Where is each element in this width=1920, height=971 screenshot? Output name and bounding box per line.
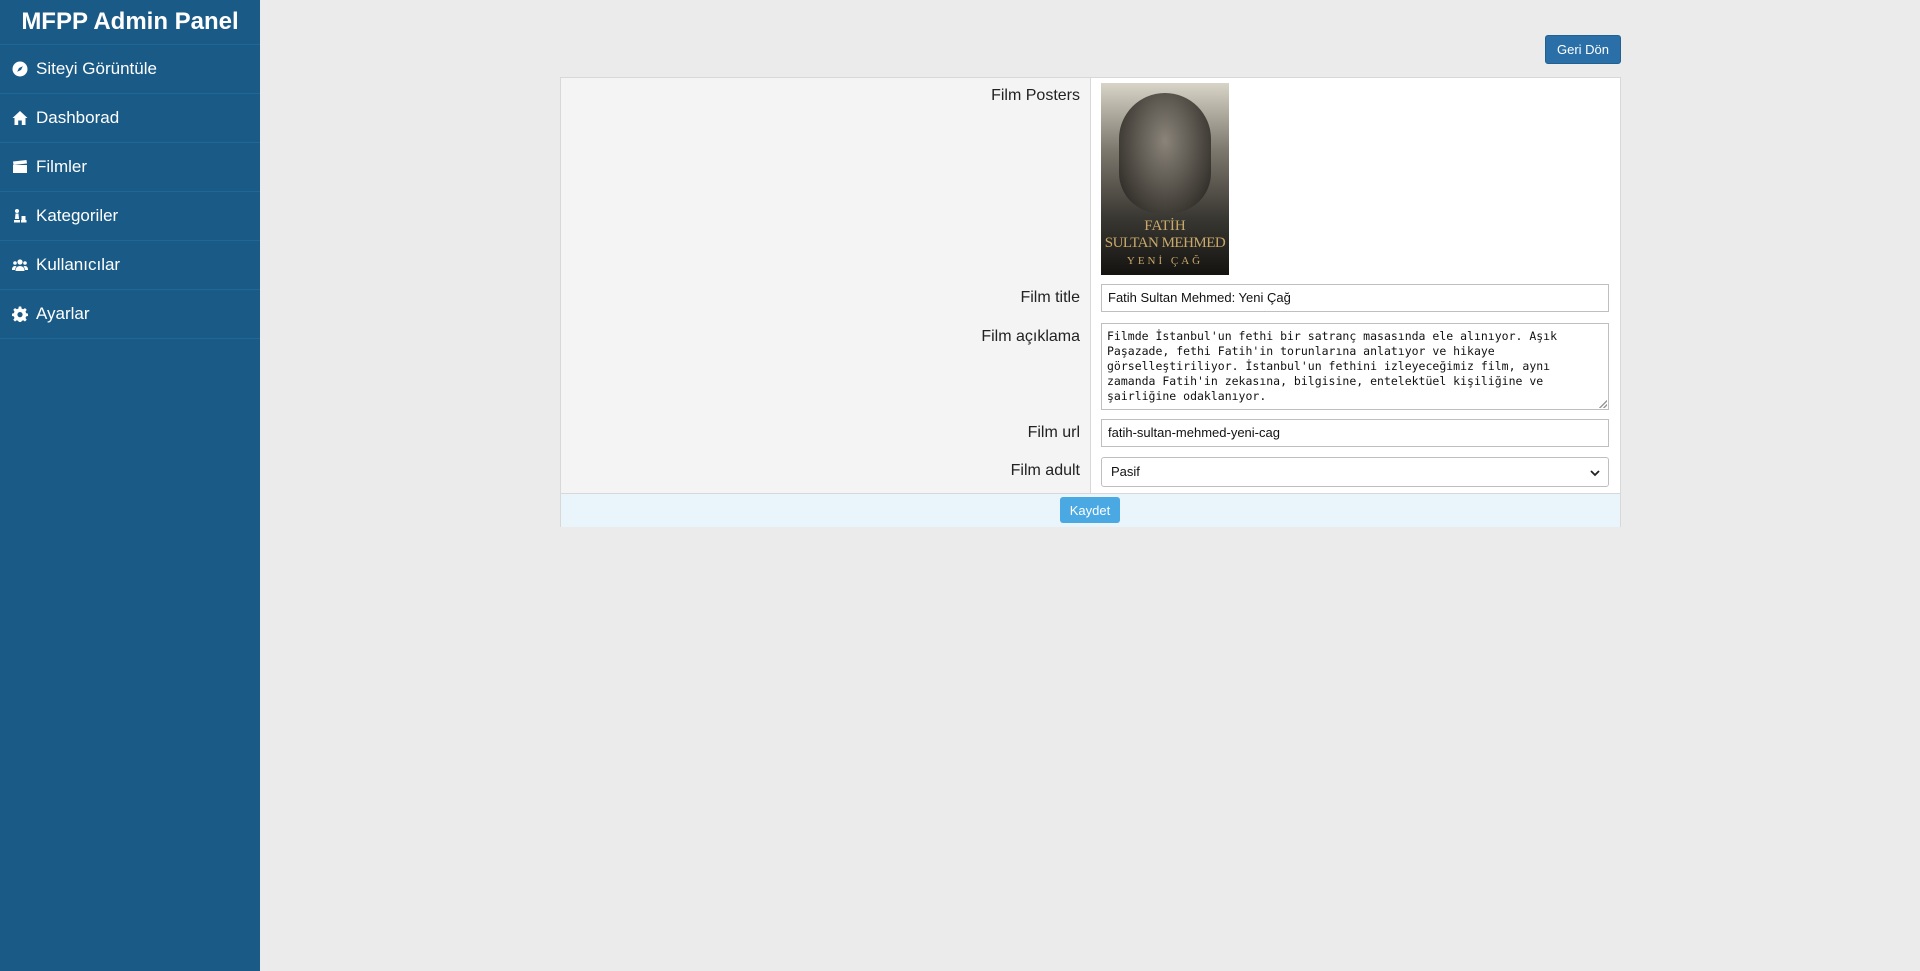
- adult-selected-value: Pasif: [1111, 464, 1140, 479]
- sidebar-item-label: Kategoriler: [36, 206, 119, 225]
- sidebar-item-films[interactable]: Filmler: [0, 143, 260, 192]
- label-column: Film Posters Film title Film açıklama Fi…: [561, 78, 1091, 493]
- gear-icon: [10, 304, 30, 324]
- poster-title-line2: SULTAN MEHMED: [1104, 235, 1226, 251]
- back-button[interactable]: Geri Dön: [1545, 35, 1621, 64]
- film-title-input[interactable]: Fatih Sultan Mehmed: Yeni Çağ: [1101, 284, 1609, 312]
- poster-label: Film Posters: [991, 87, 1080, 104]
- compass-icon: [10, 59, 30, 79]
- url-label: Film url: [1027, 424, 1080, 441]
- users-icon: [10, 255, 30, 275]
- sidebar-item-label: Dashborad: [36, 108, 120, 127]
- film-edit-form: Film Posters Film title Film açıklama Fi…: [560, 77, 1621, 527]
- chevron-down-icon: [1590, 470, 1600, 477]
- form-footer: Kaydet: [561, 493, 1620, 527]
- title-label: Film title: [1020, 289, 1080, 306]
- sidebar-item-view-site[interactable]: Siteyi Görüntüle: [0, 45, 260, 94]
- poster-title-line1: FATİH: [1144, 218, 1186, 234]
- sidebar-item-categories[interactable]: Kategoriler: [0, 192, 260, 241]
- save-button[interactable]: Kaydet: [1060, 497, 1120, 523]
- sidebar-item-label: Filmler: [36, 157, 87, 176]
- sidebar-item-label: Ayarlar: [36, 304, 90, 323]
- resize-grip-icon[interactable]: [1599, 400, 1607, 408]
- sidebar-item-dashboard[interactable]: Dashborad: [0, 94, 260, 143]
- description-text: Filmde İstanbul'un fethi bir satranç mas…: [1107, 329, 1558, 403]
- poster-title-line3: YENİ ÇAĞ: [1126, 255, 1204, 267]
- adult-label: Film adult: [1010, 462, 1080, 479]
- film-url-input[interactable]: fatih-sultan-mehmed-yeni-cag: [1101, 419, 1609, 447]
- clapperboard-icon: [10, 157, 30, 177]
- brand-title[interactable]: MFPP Admin Panel: [0, 0, 260, 45]
- film-description-textarea[interactable]: Filmde İstanbul'un fethi bir satranç mas…: [1101, 323, 1609, 410]
- home-icon: [10, 108, 30, 128]
- sidebar-item-label: Siteyi Görüntüle: [36, 59, 157, 78]
- sidebar-item-label: Kullanıcılar: [36, 255, 121, 274]
- sidebar: MFPP Admin Panel Siteyi Görüntüle Dashbo…: [0, 0, 260, 971]
- sidebar-item-users[interactable]: Kullanıcılar: [0, 241, 260, 290]
- film-poster-image: FATİH SULTAN MEHMED YENİ ÇAĞ: [1101, 83, 1229, 275]
- film-adult-select[interactable]: Pasif: [1101, 457, 1609, 487]
- chess-icon: [10, 206, 30, 226]
- description-label: Film açıklama: [981, 328, 1080, 345]
- poster-face: [1119, 93, 1211, 213]
- sidebar-item-settings[interactable]: Ayarlar: [0, 290, 260, 339]
